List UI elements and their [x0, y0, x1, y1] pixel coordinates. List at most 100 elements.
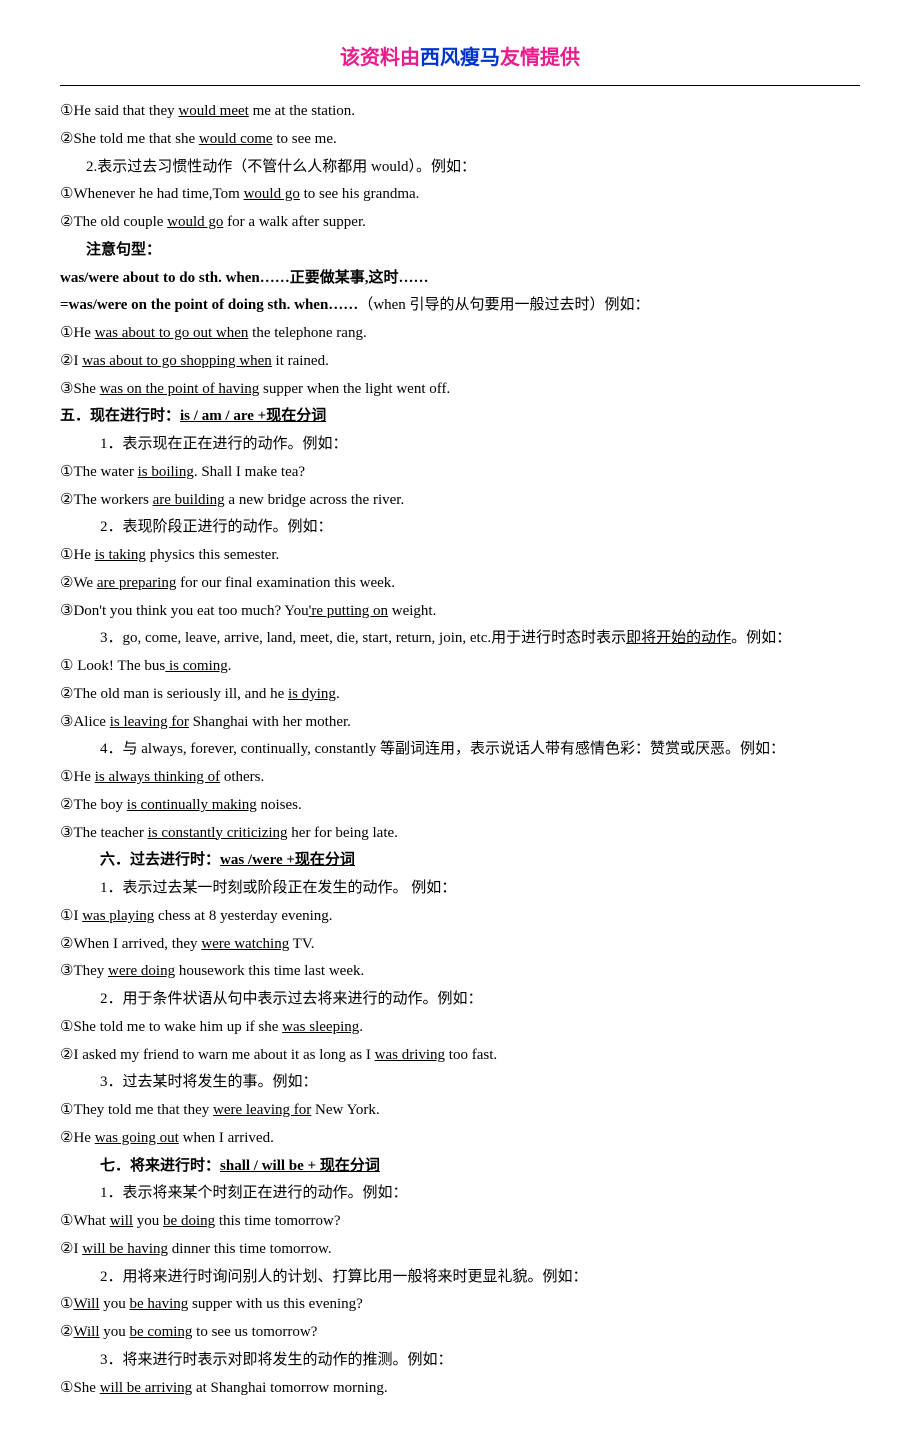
- text-segment: were leaving for: [213, 1102, 311, 1118]
- text-segment: was about to go shopping when: [82, 353, 272, 369]
- text-segment: ③Don't you think you eat too much? You: [60, 603, 309, 619]
- text-line: 3．将来进行时表示对即将发生的动作的推测。例如：: [60, 1347, 860, 1375]
- header-pink-1: 该资料由: [340, 47, 420, 69]
- text-segment: this time tomorrow?: [215, 1213, 340, 1229]
- text-segment: ①She: [60, 1380, 100, 1396]
- text-segment: ①Whenever he had time,Tom: [60, 186, 244, 202]
- text-segment: was driving: [375, 1047, 445, 1063]
- text-line: ③They were doing housework this time las…: [60, 958, 860, 986]
- text-line: ①She told me to wake him up if she was s…: [60, 1014, 860, 1042]
- text-segment: be coming: [130, 1324, 193, 1340]
- text-segment: would come: [199, 131, 273, 147]
- text-line: 3．go, come, leave, arrive, land, meet, d…: [60, 625, 860, 653]
- text-segment: physics this semester.: [146, 547, 279, 563]
- text-segment: ①He: [60, 769, 95, 785]
- text-segment: when I arrived.: [179, 1130, 274, 1146]
- text-segment: ①They told me that they: [60, 1102, 213, 1118]
- text-line: ②The old couple would go for a walk afte…: [60, 209, 860, 237]
- text-segment: 3．将来进行时表示对即将发生的动作的推测。例如：: [100, 1352, 453, 1368]
- text-segment: to see his grandma.: [300, 186, 420, 202]
- text-segment: 2．用将来进行时询问别人的计划、打算比用一般将来时更显礼貌。例如：: [100, 1269, 588, 1285]
- text-segment: ③The teacher: [60, 825, 148, 841]
- text-segment: it rained.: [272, 353, 329, 369]
- text-segment: is coming: [165, 658, 228, 674]
- text-segment: weight.: [388, 603, 436, 619]
- text-segment: were watching: [201, 936, 289, 952]
- text-segment: 2．表现阶段正进行的动作。例如：: [100, 519, 333, 535]
- text-segment: chess at 8 yesterday evening.: [154, 908, 332, 924]
- text-segment: was going out: [95, 1130, 179, 1146]
- text-line: ①He is always thinking of others.: [60, 764, 860, 792]
- text-segment: ①She told me to wake him up if she: [60, 1019, 282, 1035]
- text-line: ①He was about to go out when the telepho…: [60, 320, 860, 348]
- text-segment: to see me.: [273, 131, 337, 147]
- text-line: 1．表示过去某一时刻或阶段正在发生的动作。 例如：: [60, 875, 860, 903]
- text-line: ②I was about to go shopping when it rain…: [60, 348, 860, 376]
- text-segment: Will: [73, 1296, 99, 1312]
- text-segment: the telephone rang.: [248, 325, 366, 341]
- text-line: ①What will you be doing this time tomorr…: [60, 1208, 860, 1236]
- text-line: 五．现在进行时：is / am / are +现在分词: [60, 403, 860, 431]
- text-segment: is continually making: [127, 797, 257, 813]
- text-line: was/were about to do sth. when……正要做某事,这时…: [60, 265, 860, 293]
- text-segment: 3．go, come, leave, arrive, land, meet, d…: [100, 630, 626, 646]
- text-segment: shall / will be + 现在分词: [220, 1158, 380, 1174]
- text-segment: be having: [130, 1296, 189, 1312]
- text-segment: New York.: [311, 1102, 379, 1118]
- text-segment: you: [100, 1324, 130, 1340]
- header-pink-2: 友情提供: [500, 47, 580, 69]
- text-segment: Shanghai with her mother.: [189, 714, 351, 730]
- text-segment: ①What: [60, 1213, 110, 1229]
- text-line: 3．过去某时将发生的事。例如：: [60, 1069, 860, 1097]
- horizontal-divider: [60, 85, 860, 86]
- text-segment: .: [228, 658, 232, 674]
- text-segment: ①He said that they: [60, 103, 178, 119]
- text-line: 1．表示将来某个时刻正在进行的动作。例如：: [60, 1180, 860, 1208]
- text-line: ①She will be arriving at Shanghai tomorr…: [60, 1375, 860, 1403]
- text-line: 4．与 always, forever, continually, consta…: [60, 736, 860, 764]
- text-segment: would go: [167, 214, 223, 230]
- text-segment: ②The old couple: [60, 214, 167, 230]
- text-segment: is leaving for: [110, 714, 189, 730]
- text-segment: ②When I arrived, they: [60, 936, 201, 952]
- text-line: ①Will you be having supper with us this …: [60, 1291, 860, 1319]
- text-segment: ②The workers: [60, 492, 153, 508]
- text-segment: 3．过去某时将发生的事。例如：: [100, 1074, 318, 1090]
- text-line: ②The old man is seriously ill, and he is…: [60, 681, 860, 709]
- text-segment: was/were about to do sth. when……正要做某事,这时…: [60, 270, 429, 286]
- text-segment: is taking: [95, 547, 146, 563]
- text-segment: are building: [153, 492, 225, 508]
- text-line: 2．用将来进行时询问别人的计划、打算比用一般将来时更显礼貌。例如：: [60, 1264, 860, 1292]
- text-segment: 4．与 always, forever, continually, consta…: [100, 741, 785, 757]
- text-segment: ③They: [60, 963, 108, 979]
- text-segment: supper with us this evening?: [188, 1296, 363, 1312]
- text-segment: ③She: [60, 381, 100, 397]
- text-segment: ②The old man is seriously ill, and he: [60, 686, 288, 702]
- text-segment: is / am / are +现在分词: [180, 408, 326, 424]
- text-segment: me at the station.: [249, 103, 355, 119]
- text-segment: ②I asked my friend to warn me about it a…: [60, 1047, 375, 1063]
- text-segment: 五．现在进行时：: [60, 408, 180, 424]
- text-segment: her for being late.: [288, 825, 398, 841]
- text-segment: ②She told me that she: [60, 131, 199, 147]
- text-segment: . Shall I make tea?: [194, 464, 305, 480]
- text-segment: was about to go out when: [95, 325, 249, 341]
- text-segment: ①: [60, 1296, 73, 1312]
- text-line: ②The boy is continually making noises.: [60, 792, 860, 820]
- text-segment: ①The water: [60, 464, 138, 480]
- text-segment: would meet: [178, 103, 248, 119]
- text-segment: ②I: [60, 353, 82, 369]
- text-segment: to see us tomorrow?: [192, 1324, 317, 1340]
- text-line: ②He was going out when I arrived.: [60, 1125, 860, 1153]
- text-segment: （when 引导的从句要用一般过去时）例如：: [358, 297, 649, 313]
- text-segment: ①He: [60, 325, 95, 341]
- text-segment: housework this time last week.: [175, 963, 364, 979]
- text-segment: Will: [73, 1324, 99, 1340]
- text-line: 2.表示过去习惯性动作（不管什么人称都用 would）。例如：: [60, 154, 860, 182]
- text-segment: would go: [244, 186, 300, 202]
- text-segment: 。例如：: [731, 630, 791, 646]
- text-segment: 七．将来进行时：: [100, 1158, 220, 1174]
- text-segment: will be arriving: [100, 1380, 192, 1396]
- text-segment: you: [133, 1213, 163, 1229]
- text-line: ②We are preparing for our final examinat…: [60, 570, 860, 598]
